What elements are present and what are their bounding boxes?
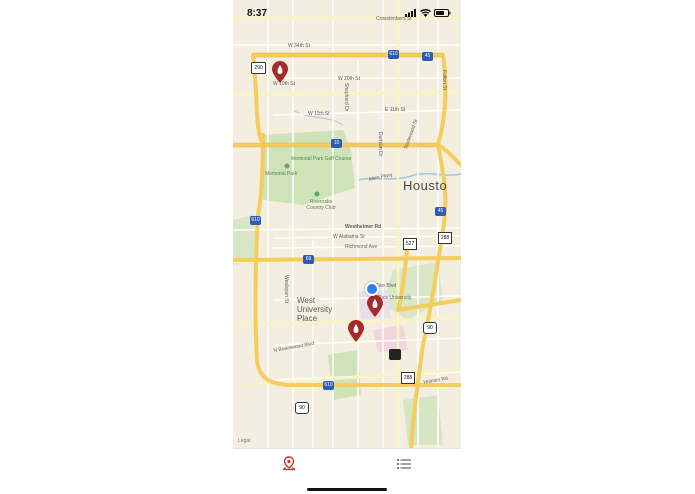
status-time: 8:37 <box>247 8 268 19</box>
legal-link[interactable]: Legal <box>238 438 250 444</box>
shield-us90-south: 90 <box>295 402 309 414</box>
label-memorial-park: Memorial Park <box>265 171 298 177</box>
label-riveroaks: Riveroaks Country Club <box>306 199 336 211</box>
home-indicator[interactable] <box>307 488 387 491</box>
shield-i610-west: 610 <box>250 216 261 225</box>
cellular-signal-icon <box>405 9 416 17</box>
map-pin-icon[interactable] <box>281 456 297 472</box>
shield-sh288-north: 288 <box>438 232 452 244</box>
label-e11th: E 11th St <box>385 107 406 113</box>
label-west-university-place: West University Place <box>297 296 333 323</box>
label-shepherd: Shepherd Dr <box>343 83 349 112</box>
shield-i69: 69 <box>303 255 314 264</box>
status-bar: 8:37 <box>233 0 461 24</box>
shield-i610-south: 610 <box>323 381 334 390</box>
label-richmond: Richmond Ave <box>345 244 378 250</box>
label-rice-university: Rice University <box>378 295 412 301</box>
label-w34th: W 34th St <box>288 43 310 49</box>
texas-icon <box>389 349 401 360</box>
shield-i45-north: 45 <box>422 52 433 61</box>
tab-bar <box>233 448 461 494</box>
shield-sh288-south: 288 <box>401 372 415 384</box>
user-location-dot <box>365 282 379 296</box>
battery-icon <box>434 9 451 17</box>
map-pin-marker[interactable] <box>348 320 364 342</box>
label-memorial-park-golf: Memorial Park Golf Course <box>291 156 352 162</box>
label-westheimer: Westheimer Rd <box>345 224 382 230</box>
map-pin-marker[interactable] <box>367 295 383 317</box>
map-view[interactable]: Crosstimbers St W 34th St W 20th St W 19… <box>233 0 461 448</box>
shield-us290: 290 <box>251 62 266 74</box>
label-houston: Housto <box>403 178 448 193</box>
wifi-icon <box>420 9 431 17</box>
label-w20th: W 20th St <box>338 76 360 82</box>
map-pin-marker[interactable] <box>272 61 288 83</box>
label-fulton: Fulton St <box>441 70 447 91</box>
label-durham: Durham Dr <box>377 132 383 157</box>
list-icon[interactable] <box>396 456 412 472</box>
shield-i610-north: 610 <box>388 50 399 59</box>
label-w-alabama: W Alabama St <box>333 234 365 240</box>
label-w11th: W 11th St <box>308 111 330 117</box>
shield-i45-east: 45 <box>435 207 446 216</box>
shield-i10: 10 <box>331 139 342 148</box>
phone-screen: Crosstimbers St W 34th St W 20th St W 19… <box>233 0 461 494</box>
shield-sh527: 527 <box>403 238 417 250</box>
status-icons <box>405 9 451 17</box>
label-weslayan: Weslayan St <box>283 275 289 303</box>
shield-us90: 90 <box>423 322 437 334</box>
